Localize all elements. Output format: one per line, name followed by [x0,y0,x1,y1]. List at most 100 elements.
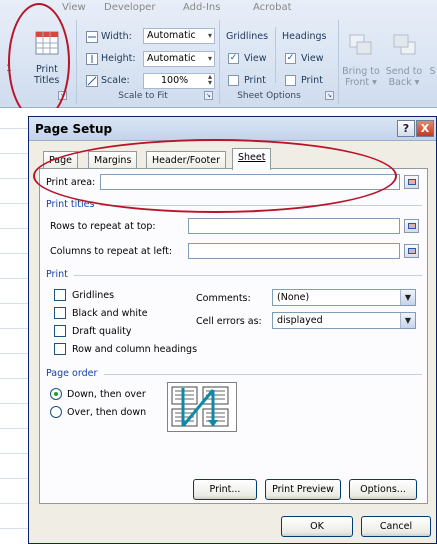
bring-to-front-icon [349,34,372,55]
tab-sheet[interactable]: Sheet [232,148,272,170]
down-then-over-radio[interactable] [50,388,62,400]
gridlines-view-checkbox[interactable]: ✓ [228,53,239,64]
rows-collapse-button[interactable] [404,219,419,233]
scale-label: Scale: [101,75,130,86]
gridline [0,228,30,229]
send-to-back-icon [393,34,416,55]
height-value: Automatic [147,53,196,64]
cell-errors-select[interactable]: displayed ▼ [272,312,416,329]
tab-sheet-label: Sheet [238,152,266,163]
rows-to-repeat-input[interactable] [188,218,400,234]
ribbon-tab-acrobat[interactable]: Acrobat [253,2,292,13]
sheet-options-launcher-icon[interactable]: ↘ [325,91,334,100]
gridline [0,153,30,154]
ribbon-tab-addins[interactable]: Add-Ins [183,2,220,13]
gridline [0,303,30,304]
dialog-title: Page Setup [35,122,113,136]
scale-value: 100% [161,75,189,86]
gridlines-print-checkbox[interactable] [228,75,239,86]
draft-quality-checkbox[interactable] [54,325,66,337]
width-icon [86,31,98,43]
gridlines-label: Gridlines [72,290,115,301]
width-label: Width: [101,31,132,42]
chevron-down-icon: ▼ [400,313,415,328]
print-section: Print [46,269,68,280]
close-button[interactable]: X [416,120,434,137]
columns-to-repeat-label: Columns to repeat at left: [50,246,173,257]
range-select-icon [408,248,416,254]
gridlines-print-label: Print [244,75,266,86]
gridline [0,328,30,329]
chevron-down-icon: ▾ [207,31,212,40]
row-column-headings-label: Row and column headings [72,344,198,355]
gridline [0,428,30,429]
sheet-tab-panel: Print area: Print titles Rows to repeat … [39,168,428,504]
width-dropdown[interactable]: Automatic ▾ [143,28,215,44]
headings-heading: Headings [282,31,327,42]
print-button[interactable]: Print... [193,479,257,500]
bring-to-front-label-2: Front [345,77,370,88]
spinner-arrows-icon[interactable]: ▴ ▾ [208,73,212,87]
comments-label: Comments: [196,293,251,304]
ribbon-truncated-button[interactable]: S [428,66,437,77]
ribbon-tab-developer[interactable]: Developer [104,2,155,13]
headings-print-checkbox[interactable] [285,75,296,86]
ribbon-tab-row: View Developer Add-Ins Acrobat [0,0,437,18]
draft-quality-label: Draft quality [72,326,132,337]
ribbon-separator [76,20,77,104]
width-value: Automatic [147,30,196,41]
ribbon-separator [338,20,339,104]
send-to-back-button[interactable]: Send to Back ▾ [384,66,424,88]
scale-spinner[interactable]: 100% ▴ ▾ [143,73,215,89]
comments-select[interactable]: (None) ▼ [272,289,416,306]
gridline [0,378,30,379]
gridline [0,528,30,529]
gridline [0,453,30,454]
headings-view-checkbox[interactable]: ✓ [285,53,296,64]
scale-launcher-icon[interactable]: ↘ [204,91,213,100]
down-then-over-label: Down, then over [67,389,146,400]
gridline [0,178,30,179]
bring-to-front-label: Bring to [342,66,380,77]
chevron-down-icon: ▼ [400,290,415,305]
columns-collapse-button[interactable] [404,244,419,258]
height-label: Height: [101,53,136,64]
chevron-down-icon: ▾ [207,54,212,63]
print-preview-button[interactable]: Print Preview [265,479,341,500]
black-and-white-label: Black and white [72,308,148,319]
comments-value: (None) [277,292,310,303]
options-button[interactable]: Options... [349,479,417,500]
columns-to-repeat-input[interactable] [188,243,400,259]
ok-button[interactable]: OK [281,516,353,537]
dialog-title-bar[interactable]: Page Setup ? X [29,117,436,141]
section-divider [104,374,422,375]
gridline [0,503,30,504]
gridline [0,353,30,354]
send-to-back-label-2: Back [388,77,412,88]
cell-errors-value: displayed [277,315,323,326]
gridline [0,203,30,204]
ribbon-tab-view[interactable]: View [62,2,86,13]
help-button[interactable]: ? [397,120,415,137]
gridlines-checkbox[interactable] [54,289,66,301]
over-then-down-radio[interactable] [50,406,62,418]
print-area-collapse-button[interactable] [404,175,419,189]
height-icon [86,53,98,65]
range-select-icon [408,223,416,229]
gridlines-view-label: View [244,53,267,64]
cancel-button[interactable]: Cancel [361,516,431,537]
gridlines-heading: Gridlines [226,31,269,42]
bring-to-front-button[interactable]: Bring to Front ▾ [341,66,381,88]
sheet-options-group-label: Sheet Options [237,91,301,101]
black-and-white-checkbox[interactable] [54,307,66,319]
height-dropdown[interactable]: Automatic ▾ [143,51,215,67]
cell-errors-label: Cell errors as: [196,316,262,327]
rows-to-repeat-label: Rows to repeat at top: [50,221,156,232]
gridline [0,278,30,279]
headings-view-label: View [301,53,324,64]
ribbon-separator [275,27,276,83]
scale-icon [86,75,98,87]
row-column-headings-checkbox[interactable] [54,343,66,355]
annotation-oval-tabs [33,139,397,213]
scale-to-fit-group-label: Scale to Fit [118,91,168,101]
